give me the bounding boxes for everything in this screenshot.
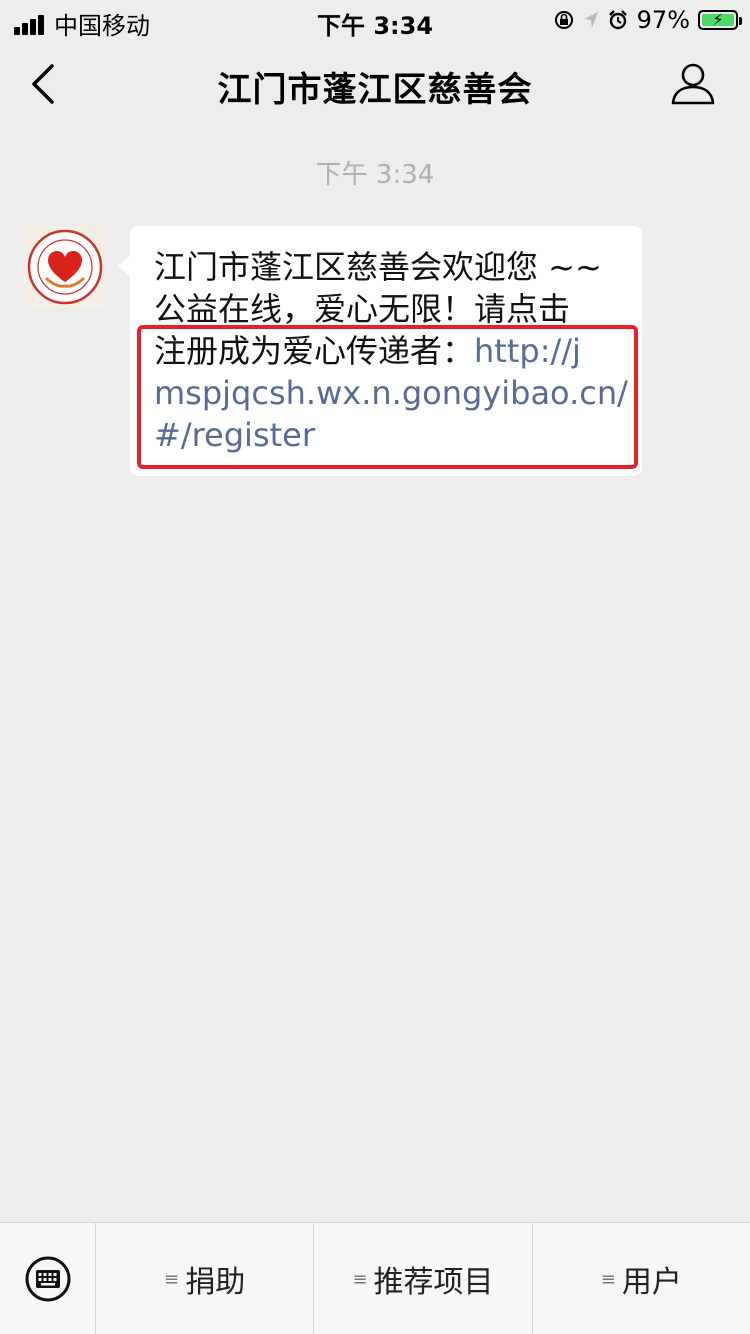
avatar[interactable]: [24, 226, 106, 308]
keyboard-icon: [25, 1256, 70, 1302]
menu-item-label: 用户: [621, 1265, 682, 1300]
menu-lines-icon: ≡: [164, 1268, 180, 1290]
status-left: 中国移动: [14, 6, 150, 41]
menu-item-label: 推荐项目: [373, 1265, 494, 1300]
alarm-icon: [608, 10, 627, 30]
menu-item-user[interactable]: ≡ 用户: [533, 1223, 750, 1334]
message-timestamp: 下午 3:34: [315, 160, 435, 190]
user-icon[interactable]: [670, 60, 716, 106]
menu-item-label: 捐助: [185, 1265, 246, 1300]
highlight-annotation-box: [137, 325, 638, 469]
status-right: 97% ⚡: [553, 6, 742, 34]
battery-icon: ⚡: [698, 10, 742, 30]
page-title: 江门市蓬江区慈善会: [217, 70, 533, 110]
keyboard-toggle-button[interactable]: [0, 1223, 96, 1334]
menu-item-recommended[interactable]: ≡ 推荐项目: [314, 1223, 533, 1334]
battery-percent: 97%: [636, 6, 690, 34]
menu-lines-icon: ≡: [352, 1268, 368, 1290]
charity-logo-icon: [24, 226, 106, 308]
battery-fill: ⚡: [702, 10, 734, 29]
status-bar: 中国移动 下午 3:34 97% ⚡: [0, 0, 750, 40]
menu-lines-icon: ≡: [600, 1268, 616, 1290]
carrier-label: 中国移动: [54, 12, 150, 40]
orientation-lock-icon: [554, 11, 573, 29]
signal-icon: [14, 13, 46, 35]
bottom-menu: ≡ 捐助 ≡ 推荐项目 ≡ 用户: [0, 1222, 750, 1334]
message-line: 江门市蓬江区慈善会欢迎您 ~~: [154, 248, 602, 286]
location-icon: [583, 12, 598, 28]
menu-item-donate[interactable]: ≡ 捐助: [96, 1223, 315, 1334]
nav-bar: 江门市蓬江区慈善会: [0, 40, 750, 128]
message-line: 公益在线，爱心无限！请点击: [154, 290, 571, 328]
